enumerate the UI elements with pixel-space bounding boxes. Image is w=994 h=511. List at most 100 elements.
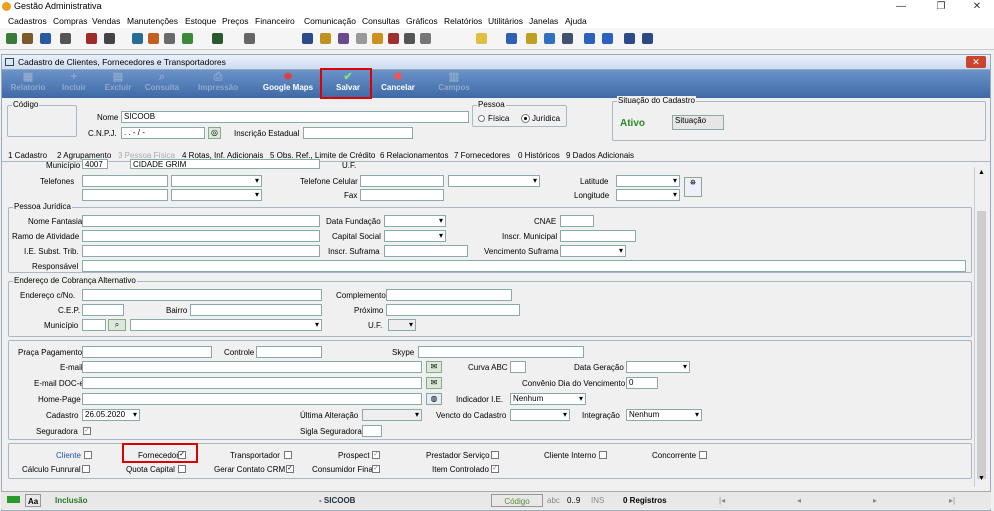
email-icon[interactable]: ✉ (426, 361, 442, 373)
toolbar-icon[interactable] (40, 33, 51, 44)
toolbar-icon[interactable] (104, 33, 115, 44)
google-maps-button[interactable]: ⛯ Google Maps (258, 72, 318, 96)
campos-button[interactable]: ▥ Campos (434, 72, 474, 96)
toolbar-icon[interactable] (404, 33, 415, 44)
menu-estoque[interactable]: Estoque (185, 16, 216, 26)
endereco-input[interactable] (82, 289, 322, 301)
ultima-input[interactable] (362, 409, 422, 421)
concorrente-checkbox[interactable] (699, 451, 707, 459)
menu-consultas[interactable]: Consultas (362, 16, 400, 26)
incluir-button[interactable]: + Incluir (54, 72, 94, 96)
data-geracao-input[interactable] (626, 361, 690, 373)
suframa-input[interactable] (384, 245, 468, 257)
nome-fantasia-input[interactable] (82, 215, 320, 227)
venc-suframa-input[interactable] (560, 245, 626, 257)
controle-input[interactable] (256, 346, 322, 358)
homepage-input[interactable] (82, 393, 422, 405)
indicador-select[interactable]: Nenhum (510, 393, 586, 405)
transportador-checkbox[interactable] (284, 451, 292, 459)
responsavel-input[interactable] (82, 260, 966, 272)
quota-checkbox[interactable] (178, 465, 186, 473)
prestador-checkbox[interactable] (491, 451, 499, 459)
order-codigo-button[interactable]: Código (491, 494, 543, 507)
prev-record-icon[interactable]: ◂ (797, 494, 801, 507)
toolbar-icon[interactable] (642, 33, 653, 44)
toolbar-icon[interactable] (476, 33, 487, 44)
tab-historicos[interactable]: 0 Históricos (518, 151, 560, 160)
praca-input[interactable] (82, 346, 212, 358)
cnpj-input[interactable]: . . - / - (121, 127, 205, 139)
toolbar-icon[interactable] (388, 33, 399, 44)
toolbar-icon[interactable] (320, 33, 331, 44)
consumidor-checkbox[interactable]: ✓ (372, 465, 380, 473)
menu-financeiro[interactable]: Financeiro (255, 16, 295, 26)
item-checkbox[interactable]: ✓ (491, 465, 499, 473)
toolbar-icon[interactable] (372, 33, 383, 44)
tab-cadastro[interactable]: 1 Cadastro (8, 151, 47, 160)
proximo-input[interactable] (386, 304, 520, 316)
toolbar-icon[interactable] (544, 33, 555, 44)
toolbar-icon[interactable] (212, 33, 223, 44)
minimize-button[interactable]: — (886, 0, 916, 14)
capital-input[interactable] (384, 230, 446, 242)
latitude-input[interactable] (616, 175, 680, 187)
telefone2-input[interactable] (82, 189, 168, 201)
map-icon[interactable]: ⛯ (684, 177, 702, 197)
cob-municipio-code[interactable] (82, 319, 106, 331)
municipal-input[interactable] (560, 230, 636, 242)
first-record-icon[interactable]: |◂ (719, 494, 725, 507)
bairro-input[interactable] (190, 304, 322, 316)
telefone1-type[interactable] (171, 175, 262, 187)
tab-relacionamentos[interactable]: 6 Relacionamentos (380, 151, 448, 160)
toolbar-icon[interactable] (356, 33, 367, 44)
menu-manutencoes[interactable]: Manutenções (127, 16, 178, 26)
gerar-checkbox[interactable]: ✓ (286, 465, 294, 473)
impressao-button[interactable]: ⎙ Impressão (190, 72, 246, 96)
skype-input[interactable] (418, 346, 584, 358)
toolbar-icon[interactable] (22, 33, 33, 44)
scroll-up-icon[interactable]: ▲ (978, 169, 985, 176)
toolbar-icon[interactable] (86, 33, 97, 44)
excluir-button[interactable]: ▤ Excluir (98, 72, 138, 96)
sigla-input[interactable] (362, 425, 382, 437)
font-size-button[interactable]: Aa (25, 494, 42, 507)
close-button[interactable]: ✕ (962, 0, 992, 14)
cancelar-button[interactable]: ✖ Cancelar (376, 72, 420, 96)
tab-dados-adicionais[interactable]: 9 Dados Adicionais (566, 151, 634, 160)
toolbar-icon[interactable] (164, 33, 175, 44)
juridica-radio[interactable] (521, 114, 530, 123)
ramo-input[interactable] (82, 230, 320, 242)
toolbar-icon[interactable] (624, 33, 635, 44)
cliente-interno-checkbox[interactable] (599, 451, 607, 459)
maximize-button[interactable]: ❐ (926, 0, 956, 14)
municipio-code[interactable]: 4007 (82, 159, 108, 169)
telefone1-input[interactable] (82, 175, 168, 187)
toolbar-icon[interactable] (302, 33, 313, 44)
globe-icon[interactable]: ◍ (426, 393, 442, 405)
prospect-checkbox[interactable]: ✓ (372, 451, 380, 459)
form-close-button[interactable]: ✕ (966, 56, 986, 68)
complemento-input[interactable] (386, 289, 512, 301)
cep-input[interactable] (82, 304, 124, 316)
cob-uf-select[interactable] (388, 319, 416, 331)
toolbar-icon[interactable] (584, 33, 595, 44)
seguradora-checkbox[interactable]: ✓ (83, 427, 91, 435)
ie-input[interactable] (303, 127, 413, 139)
scroll-down-icon[interactable]: ▼ (978, 475, 985, 482)
next-record-icon[interactable]: ▸ (873, 494, 877, 507)
toolbar-icon[interactable] (338, 33, 349, 44)
search-municipio-icon[interactable]: ⌕ (108, 319, 126, 331)
menu-comunicacao[interactable]: Comunicação (304, 16, 356, 26)
toolbar-icon[interactable] (182, 33, 193, 44)
toolbar-icon[interactable] (132, 33, 143, 44)
consulta-button[interactable]: ⌕ Consulta (140, 72, 184, 96)
relatorio-button[interactable]: ▦ Relatorio (6, 72, 50, 96)
email-doc-icon[interactable]: ✉ (426, 377, 442, 389)
celular-type[interactable] (448, 175, 540, 187)
telefone2-type[interactable] (171, 189, 262, 201)
celular-input[interactable] (360, 175, 444, 187)
menu-utilitarios[interactable]: Utilitários (488, 16, 523, 26)
cob-municipio-name[interactable] (130, 319, 322, 331)
menu-graficos[interactable]: Gráficos (406, 16, 438, 26)
menu-vendas[interactable]: Vendas (92, 16, 120, 26)
